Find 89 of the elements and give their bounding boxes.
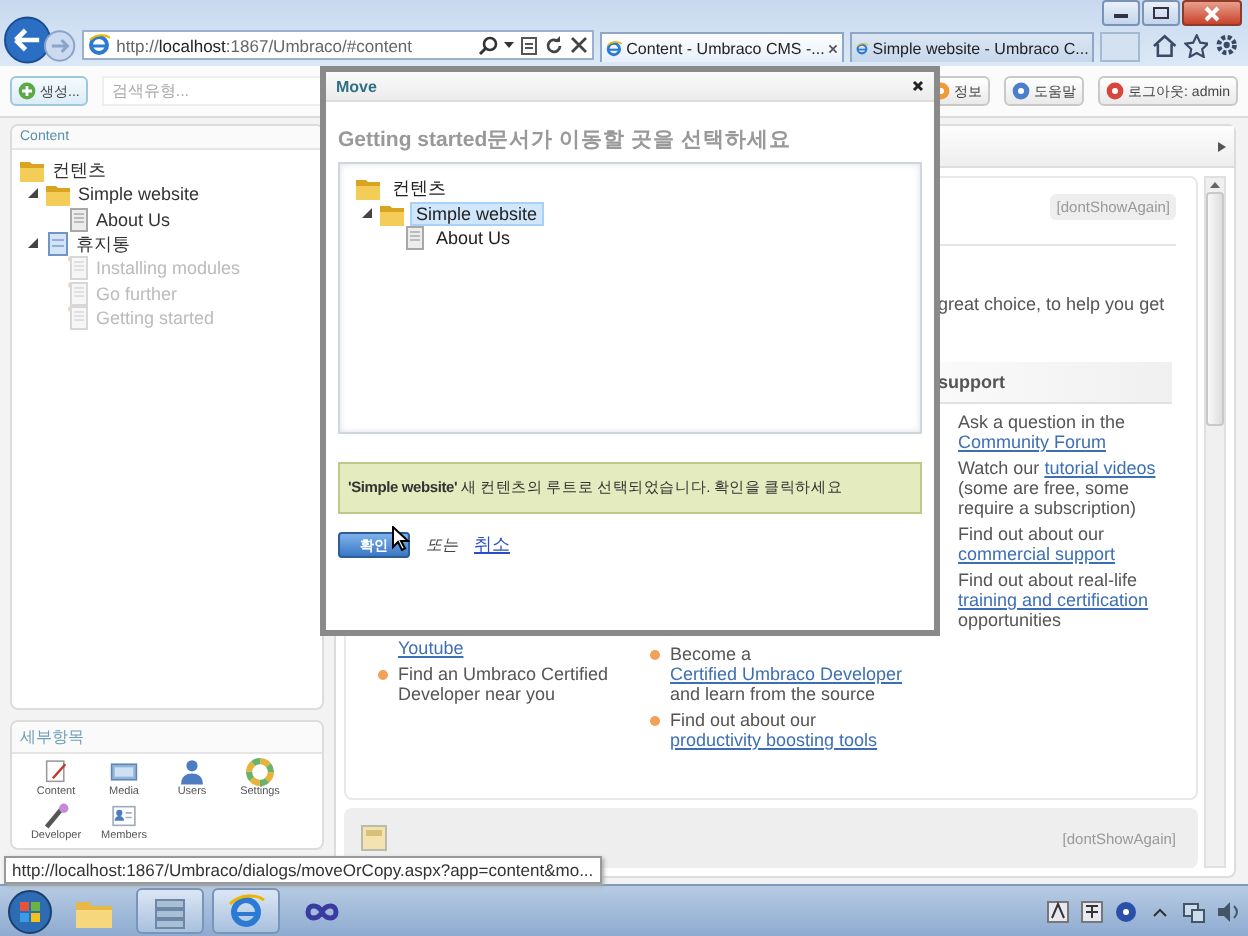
- tree-item[interactable]: About Us: [432, 228, 515, 249]
- minimize-button[interactable]: [1102, 0, 1140, 26]
- tree-item[interactable]: Simple website: [78, 184, 200, 205]
- dialog-prompt: Getting started문서가 이동할 곳을 선택하세요: [338, 126, 793, 154]
- star-icon[interactable]: [1183, 33, 1209, 57]
- folder-icon: [356, 176, 382, 201]
- document-icon: [68, 207, 90, 232]
- expand-arrow-icon[interactable]: [28, 238, 40, 251]
- list-text: Become a Certified Umbraco Developer and learn from the source: [670, 644, 905, 704]
- document-icon: [404, 226, 426, 251]
- volume-icon[interactable]: [1216, 899, 1240, 923]
- link[interactable]: commercial support: [958, 544, 1116, 564]
- tree-item[interactable]: Simple website: [412, 203, 542, 224]
- content-section-icon[interactable]: [42, 758, 70, 786]
- dialog-title: Move: [336, 77, 377, 95]
- browser-logo-icon: [606, 37, 623, 59]
- language-bar-icon[interactable]: [1046, 899, 1070, 923]
- settings-icon[interactable]: [1214, 32, 1240, 58]
- browser-icon: [226, 893, 266, 929]
- input-method-icon[interactable]: [1080, 899, 1104, 923]
- start-button[interactable]: [8, 889, 52, 933]
- back-button[interactable]: [4, 15, 51, 63]
- folder-icon: [380, 201, 406, 226]
- box-icon: [360, 824, 388, 852]
- expand-arrow-icon[interactable]: [362, 207, 374, 220]
- stacked-boxes-icon: [150, 893, 190, 929]
- compatibility-view-icon[interactable]: [520, 35, 539, 55]
- help-icon[interactable]: [1114, 899, 1138, 923]
- browser-tab[interactable]: Content - Umbraco CMS -...: [600, 32, 845, 62]
- list-text: Ask a question in the Community Forum: [958, 412, 1128, 452]
- home-icon[interactable]: [1151, 33, 1178, 57]
- tree-item[interactable]: 컨텐츠: [52, 157, 106, 184]
- close-icon[interactable]: [912, 80, 924, 92]
- url-text: http://localhost:1867/Umbraco/#content: [116, 35, 415, 55]
- scroll-tabs-arrow-icon[interactable]: [1218, 141, 1226, 151]
- network-icon[interactable]: [1182, 899, 1206, 923]
- expand-arrow-icon[interactable]: [28, 188, 40, 201]
- users-section-icon[interactable]: [178, 758, 206, 786]
- tree-item[interactable]: About Us: [96, 209, 171, 230]
- close-icon[interactable]: [828, 41, 839, 55]
- tree-item[interactable]: 휴지통: [76, 231, 130, 258]
- forward-button[interactable]: [44, 29, 77, 61]
- address-bar[interactable]: http://localhost:1867/Umbraco/#content: [82, 30, 595, 60]
- restore-button[interactable]: [1142, 0, 1180, 26]
- document-icon: [68, 256, 90, 281]
- developer-section-icon[interactable]: [42, 802, 70, 830]
- browser-logo-icon: [856, 37, 869, 59]
- panel-title: 세부항목: [12, 722, 322, 754]
- dropdown-arrow-icon[interactable]: [504, 41, 515, 49]
- cancel-link[interactable]: 취소: [474, 532, 510, 558]
- section-heading: support: [934, 362, 1172, 404]
- folder-icon: [46, 182, 72, 207]
- help-icon: [1012, 82, 1031, 100]
- members-section-icon[interactable]: [110, 802, 138, 830]
- media-section-icon[interactable]: [110, 758, 138, 786]
- mouse-cursor-icon: [392, 526, 410, 552]
- list-text: Find out about real-life training and certification opportunities: [958, 570, 1151, 630]
- close-icon: [1204, 5, 1220, 21]
- search-icon[interactable]: [478, 35, 499, 55]
- logout-icon: [1106, 82, 1125, 100]
- document-icon: [68, 305, 90, 330]
- refresh-icon[interactable]: [544, 35, 565, 55]
- link[interactable]: tutorial videos: [1044, 458, 1156, 478]
- close-icon[interactable]: [570, 36, 589, 54]
- intro-text: great choice, to help you get: [938, 294, 1167, 314]
- list-text: Find out about our commercial support: [958, 524, 1118, 564]
- link[interactable]: Community Forum: [958, 432, 1107, 452]
- plus-icon: [18, 82, 36, 100]
- or-text: 또는: [426, 534, 458, 556]
- search-field[interactable]: 검색유형...: [101, 76, 322, 106]
- stacked-boxes-taskbar-button[interactable]: [136, 888, 204, 934]
- list-text: Watch our tutorial videos (some are free, some require a subscription): [958, 458, 1158, 518]
- link[interactable]: Certified Umbraco Developer: [670, 664, 903, 684]
- scrollbar[interactable]: [1204, 176, 1226, 868]
- tree-item[interactable]: 컨텐츠: [388, 175, 450, 202]
- browser-tab[interactable]: Simple website - Umbraco C...: [850, 32, 1095, 62]
- list-text: Find out about our productivity boosting tools: [670, 710, 880, 750]
- list-text: Find an Umbraco Certified Developer near you: [398, 664, 611, 704]
- folder-icon: [20, 158, 46, 183]
- close-button[interactable]: [1182, 0, 1242, 26]
- link[interactable]: Youtube: [398, 638, 464, 658]
- document-icon: [68, 281, 90, 306]
- browser-logo-icon: [88, 34, 111, 56]
- status-url-tooltip: http://localhost:1867/Umbraco/dialogs/moveOrCopy.aspx?app=content&mo...: [4, 856, 602, 884]
- recycle-bin-icon: [46, 232, 70, 257]
- browser-taskbar-button[interactable]: [212, 888, 280, 934]
- link[interactable]: training and certification: [958, 590, 1149, 610]
- scroll-up-icon[interactable]: [1210, 182, 1220, 188]
- link[interactable]: productivity boosting tools: [670, 730, 878, 750]
